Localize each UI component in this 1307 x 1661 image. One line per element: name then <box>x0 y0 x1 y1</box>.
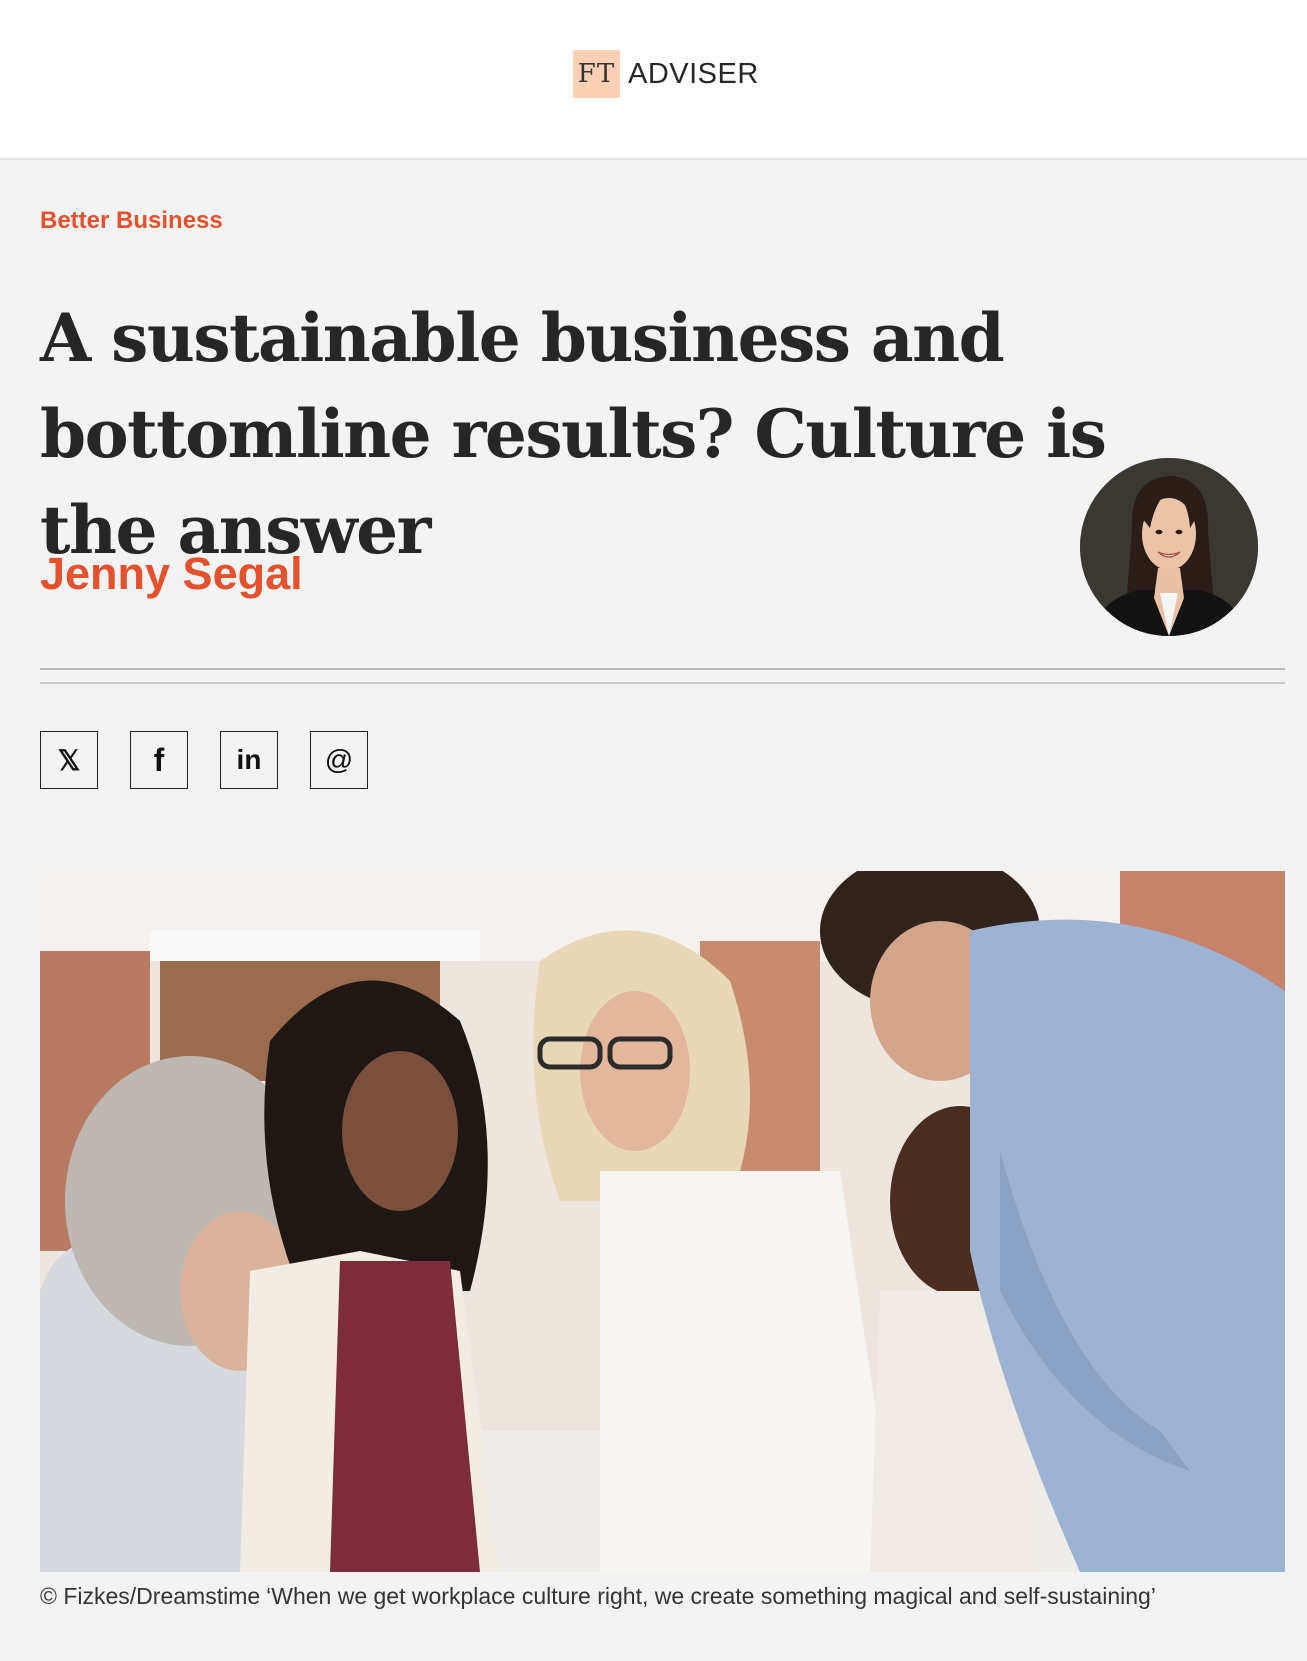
logo-wordmark: ADVISER <box>628 57 759 90</box>
share-x-button[interactable]: 𝕏 <box>40 731 98 789</box>
email-icon: @ <box>324 744 354 775</box>
facebook-icon: f <box>153 741 165 778</box>
article-headline: A sustainable business and bottomline re… <box>40 299 1107 569</box>
divider-bottom <box>40 682 1285 684</box>
image-quote: ‘When we get workplace culture right, we… <box>266 1583 1156 1609</box>
section-tag-link[interactable]: Better Business <box>40 207 223 235</box>
author-portrait-illustration <box>1080 458 1258 636</box>
author-link[interactable]: Jenny Segal <box>40 548 303 600</box>
linkedin-icon: in <box>236 744 262 775</box>
ft-adviser-logo[interactable]: FT ADVISER <box>573 50 759 98</box>
article-hero-image <box>40 871 1285 1572</box>
office-meeting-photo <box>40 871 1285 1572</box>
image-caption: © Fizkes/Dreamstime ‘When we get workplac… <box>40 1583 1162 1610</box>
share-email-button[interactable]: @ <box>310 731 368 789</box>
divider-top <box>40 668 1285 670</box>
logo-ft-mark: FT <box>573 50 620 98</box>
site-header: FT ADVISER <box>0 0 1307 160</box>
share-facebook-button[interactable]: f <box>130 731 188 789</box>
author-avatar[interactable] <box>1080 458 1258 636</box>
image-credit: © Fizkes/Dreamstime <box>40 1583 261 1609</box>
x-icon: 𝕏 <box>57 744 81 776</box>
share-linkedin-button[interactable]: in <box>220 731 278 789</box>
share-toolbar: 𝕏 f in @ <box>40 731 400 789</box>
